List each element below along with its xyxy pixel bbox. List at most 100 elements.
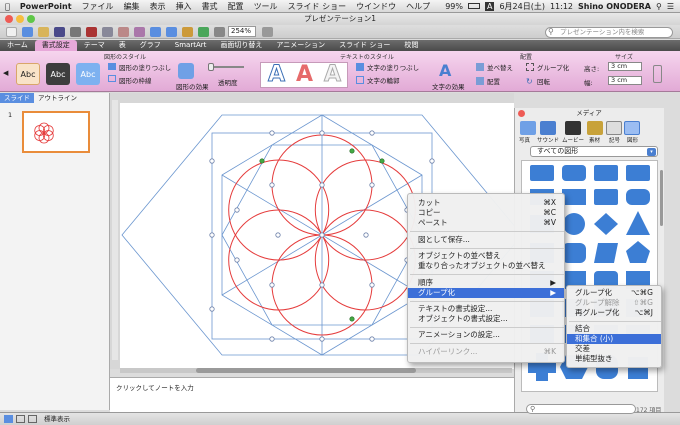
menu-item-hyperlink[interactable]: ハイパーリンク... ⌘K (408, 347, 564, 357)
media-tab-symbols[interactable]: 記号 (609, 136, 620, 144)
menubar-date[interactable]: 6月24日(土) (499, 1, 545, 12)
clipart-icon[interactable] (587, 121, 603, 135)
tab-outline[interactable]: アウトライン (34, 93, 81, 103)
shape-category-select[interactable]: すべての図形 ▾ (530, 146, 658, 157)
help-icon[interactable] (262, 27, 273, 37)
media-search-input[interactable]: ⚲ (526, 404, 636, 414)
submenu-item-intersect[interactable]: 交差 (567, 344, 661, 354)
width-input[interactable]: 3 cm (608, 76, 642, 85)
transparency-slider-thumb[interactable] (208, 63, 214, 71)
shape-effects-button[interactable]: 図形の効果 (176, 81, 209, 91)
cut-icon[interactable] (86, 27, 97, 37)
open-folder-icon[interactable] (38, 27, 49, 37)
media-tab-shapes[interactable]: 図形 (627, 136, 638, 144)
gallery-icon[interactable] (22, 27, 33, 37)
menu-window[interactable]: ウインドウ (351, 1, 401, 12)
apple-menu-icon[interactable]:  (0, 2, 15, 11)
notification-icon[interactable]: ☰ (667, 2, 674, 11)
battery-status[interactable]: 99% (445, 2, 463, 11)
shapes-scrollbar-thumb[interactable] (660, 170, 663, 226)
shape-fill-button[interactable]: 図形の塗りつぶし (119, 62, 171, 72)
menu-item-cut[interactable]: カット ⌘X (408, 198, 564, 208)
menu-item-format-text[interactable]: テキストの書式設定... (408, 304, 564, 314)
menu-item-format-object[interactable]: オブジェクトの書式設定... (408, 314, 564, 324)
menu-item-reorder-objects[interactable]: オブジェクトの並べ替え (408, 251, 564, 261)
tab-animations[interactable]: アニメーション (269, 40, 332, 51)
menu-edit[interactable]: 編集 (119, 1, 145, 12)
text-effects-icon[interactable]: A (439, 61, 451, 80)
sound-icon[interactable] (540, 121, 556, 135)
new-slide-icon[interactable] (6, 27, 17, 37)
photos-icon[interactable] (520, 121, 536, 135)
zoom-field[interactable]: 254% (228, 26, 256, 37)
menu-item-copy[interactable]: コピー ⌘C (408, 208, 564, 218)
wordart-style-3[interactable]: A (323, 62, 341, 88)
slideshow-view-icon[interactable] (28, 415, 37, 423)
tab-slideshow[interactable]: スライド ショー (332, 40, 397, 51)
menu-format[interactable]: 書式 (197, 1, 223, 12)
menu-insert[interactable]: 挿入 (171, 1, 197, 12)
notes-pane[interactable]: クリックしてノートを入力 (110, 377, 514, 412)
menu-item-save-as-picture[interactable]: 図として保存... (408, 235, 564, 245)
format-painter-icon[interactable] (134, 27, 145, 37)
tab-slides[interactable]: スライド (0, 93, 34, 103)
close-window-button[interactable] (5, 15, 13, 23)
menu-arrange[interactable]: 配置 (223, 1, 249, 12)
undo-icon[interactable] (150, 27, 161, 37)
text-fill-button[interactable]: 文字の塗りつぶし (367, 62, 419, 72)
shape-style-3[interactable]: Abc (76, 63, 100, 85)
menu-item-custom-animation[interactable]: アニメーションの設定... (408, 330, 564, 340)
media-tab-clipart[interactable]: 素材 (589, 136, 600, 144)
reorder-button[interactable]: 並べ替え (487, 62, 513, 72)
submenu-item-ungroup[interactable]: グループ解除 ⇧⌘G (567, 298, 661, 308)
redo-icon[interactable] (166, 27, 177, 37)
search-input[interactable]: プレゼンテーション内を検索 (545, 27, 673, 38)
shape-style-1[interactable]: Abc (16, 63, 40, 85)
input-method-icon[interactable]: A (484, 1, 495, 11)
menu-view[interactable]: 表示 (145, 1, 171, 12)
insert-chart-icon[interactable] (198, 27, 209, 37)
tab-smartart[interactable]: SmartArt (168, 40, 214, 51)
submenu-item-union[interactable]: 和集合 (小) (567, 334, 661, 344)
menubar-user[interactable]: Shino ONODERA (578, 2, 651, 11)
tab-home[interactable]: ホーム (0, 40, 35, 51)
menu-item-paste[interactable]: ペースト ⌘V (408, 218, 564, 228)
wordart-style-2[interactable]: A (296, 62, 313, 87)
shape-outline-button[interactable]: 図形の枠線 (119, 75, 152, 85)
text-outline-button[interactable]: 文字の輪郭 (367, 75, 400, 85)
movie-icon[interactable] (565, 121, 581, 135)
tab-transitions[interactable]: 画面切り替え (213, 40, 269, 51)
menu-slideshow[interactable]: スライド ショー (283, 1, 352, 12)
wordart-style-1[interactable]: A (267, 62, 285, 88)
minimize-window-button[interactable] (16, 15, 24, 23)
height-input[interactable]: 3 cm (608, 62, 642, 71)
symbol-icon[interactable] (606, 121, 622, 135)
print-icon[interactable] (70, 27, 81, 37)
insert-table-icon[interactable] (182, 27, 193, 37)
group-button[interactable]: グループ化 (537, 62, 569, 72)
menu-tools[interactable]: ツール (249, 1, 283, 12)
tab-charts[interactable]: グラフ (133, 40, 168, 51)
save-icon[interactable] (54, 27, 65, 37)
submenu-item-regroup[interactable]: 再グループ化 ⌥⌘J (567, 308, 661, 318)
spotlight-icon[interactable]: ⚲ (656, 2, 662, 11)
menubar-time[interactable]: 11:12 (550, 2, 573, 11)
menu-file[interactable]: ファイル (77, 1, 119, 12)
submenu-item-group[interactable]: グループ化 ⌥⌘G (567, 288, 661, 298)
tab-review[interactable]: 校閲 (397, 40, 425, 51)
media-tab-sound[interactable]: サウンド (537, 136, 559, 144)
slide-sorter-icon[interactable] (16, 415, 25, 423)
rotate-button[interactable]: 回転 (537, 76, 550, 86)
shape-effects-icon[interactable] (178, 63, 194, 79)
app-menu[interactable]: PowerPoint (15, 2, 77, 11)
submenu-item-combine[interactable]: 結合 (567, 324, 661, 334)
normal-view-icon[interactable] (4, 415, 13, 423)
tab-format[interactable]: 書式設定 (34, 40, 77, 51)
slide-thumbnail[interactable] (22, 111, 90, 153)
menu-item-order[interactable]: 順序 ▶ (408, 278, 564, 288)
shape-style-2[interactable]: Abc (46, 63, 70, 85)
menu-item-reorder-overlapping[interactable]: 重なり合ったオブジェクトの並べ替え (408, 261, 564, 271)
horizontal-scrollbar-thumb[interactable] (196, 368, 416, 373)
shapes-icon[interactable] (624, 121, 640, 135)
media-tab-photos[interactable]: 写真 (519, 136, 530, 144)
